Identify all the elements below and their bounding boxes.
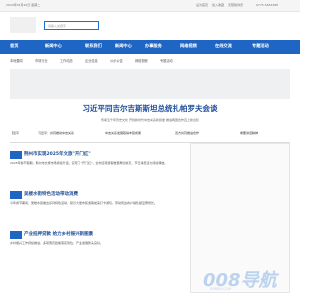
nav-item-interaction[interactable]: 在线交流: [215, 43, 232, 49]
article-icon: [10, 231, 22, 239]
nav-item-video[interactable]: 网络视频: [180, 43, 197, 49]
subnav-item[interactable]: 本地要闻: [10, 58, 23, 63]
sub-nav: 本地要闻 市场行业 工作动态 企业信息 公示公告 网络视频 专题活动: [0, 56, 300, 65]
top-bar: 2024年05月20日 星期二 设为首页 加入收藏 无障碍浏览 0775-564…: [0, 0, 300, 12]
article-text: 今年春节期间，吴楼水街推出系列特色活动，吸引大量市民游客前来打卡游玩，带动周边商…: [10, 201, 158, 205]
article-icon: [10, 151, 22, 159]
article-title[interactable]: 荆州市实现2025年文旅"开门红": [24, 151, 91, 157]
ticker-item[interactable]: 习近平：共同推动中吉关系: [38, 131, 74, 135]
article-text: 乡村振兴工作持续推进，多项惠农政策落实到位，产业发展势头良好。: [10, 241, 104, 245]
subnav-item[interactable]: 网络视频: [135, 58, 148, 63]
page-title[interactable]: 习近平同吉尔吉斯斯坦总统扎帕罗夫会谈: [0, 103, 300, 114]
ticker-item[interactable]: 【近平: [10, 131, 19, 135]
nav-item-home[interactable]: 首页: [10, 43, 18, 49]
nav-item-news[interactable]: 新闻中心: [45, 43, 62, 49]
nav-item-topics[interactable]: 专题活动: [252, 43, 269, 49]
search-input[interactable]: 请输入关键字: [44, 21, 99, 30]
nav-item-news-2[interactable]: 新闻中心: [115, 43, 132, 49]
top-phone: 0775-5646388: [256, 3, 279, 7]
article-title[interactable]: 吴楼水街特色活动带动消费: [24, 191, 78, 197]
nav-item-contact[interactable]: 联系我们: [85, 43, 102, 49]
main-nav: 首页 新闻中心 联系我们 新闻中心 办事服务 网络视频 在线交流 专题活动: [0, 40, 300, 54]
news-ticker: 【近平 习近平：共同推动中吉关系 中吉关系发展取得丰硕成果 双方共同推进合作 重…: [10, 129, 290, 143]
subnav-item[interactable]: 工作动态: [60, 58, 73, 63]
watermark-url: 008DH.COM: [210, 287, 232, 291]
article-icon: [10, 191, 22, 199]
top-link-favorite[interactable]: 加入收藏: [212, 3, 224, 7]
article-title[interactable]: 产业抵押贷款 给力乡村振兴新图景: [24, 231, 93, 237]
subnav-item[interactable]: 专题活动: [160, 58, 173, 63]
subnav-item[interactable]: 市场行业: [35, 58, 48, 63]
top-link-home[interactable]: 设为首页: [196, 3, 208, 7]
headline-subtitle: 传承五千年历史文化 开创新时代中吉关系新篇章 推进两国合作迈上新台阶: [101, 118, 199, 122]
subnav-item[interactable]: 公示公告: [110, 58, 123, 63]
subnav-item[interactable]: 企业信息: [85, 58, 98, 63]
search-placeholder: 请输入关键字: [48, 24, 67, 28]
ticker-item[interactable]: 重要讲话精神: [240, 131, 258, 135]
ticker-item[interactable]: 中吉关系发展取得丰硕成果: [105, 131, 141, 135]
header: 请输入关键字: [0, 12, 300, 38]
top-link-accessibility[interactable]: 无障碍浏览: [228, 3, 243, 7]
nav-item-services[interactable]: 办事服务: [145, 43, 162, 49]
article-text: 2025年春节假期，荆州市文旅市场持续升温，实现了"开门红"。全市接待游客数量再…: [10, 161, 168, 165]
logo[interactable]: [10, 17, 36, 33]
ticker-item[interactable]: 双方共同推进合作: [175, 131, 199, 135]
date-text: 2024年05月20日 星期二: [6, 3, 41, 7]
banner-placeholder: [10, 69, 290, 99]
